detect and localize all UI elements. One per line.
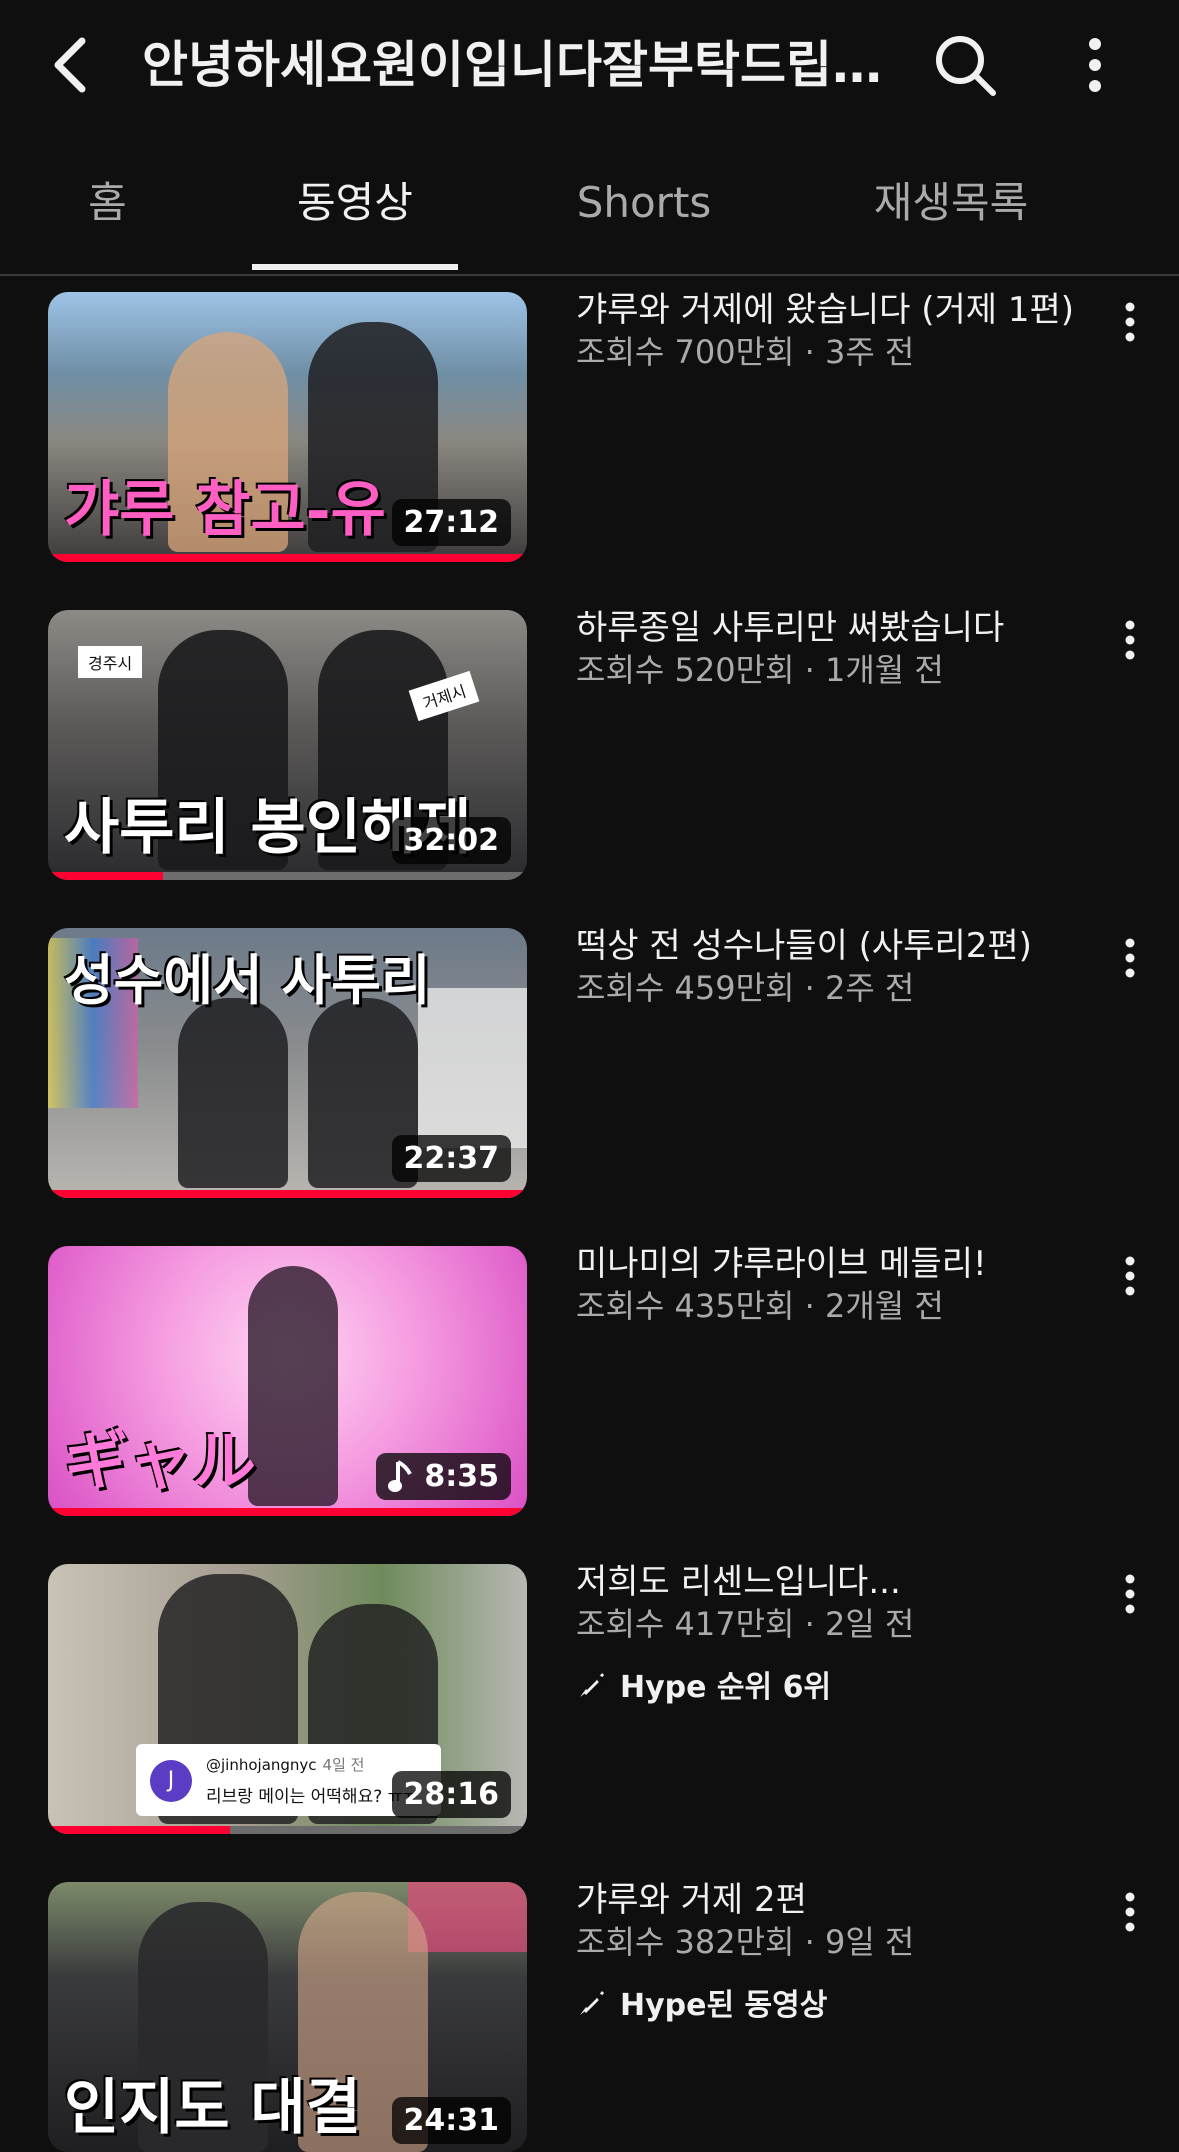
hype-text: Hype된 동영상	[620, 1988, 828, 2023]
more-vertical-icon	[1089, 38, 1101, 92]
video-item[interactable]: 인지도 대결 24:31 갸루와 거제 2편 조회수 382만회 · 9일 전 …	[0, 1880, 1179, 2152]
video-more-button[interactable]	[1110, 1564, 1150, 1624]
avatar: J	[150, 1760, 192, 1802]
more-vertical-icon	[1125, 302, 1135, 342]
tab-videos[interactable]: 동영상	[252, 160, 458, 274]
video-thumbnail[interactable]: ギャル 8:35	[48, 1246, 527, 1516]
thumbnail-caption: 갸루 참고-유	[64, 475, 386, 545]
video-meta: 갸루와 거제 2편 조회수 382만회 · 9일 전 Hype된 동영상	[576, 1880, 1086, 2024]
video-thumbnail[interactable]: 경주시 거제시 사투리 봉인해제 32:02	[48, 610, 527, 880]
video-meta: 갸루와 거제에 왔습니다 (거제 1편) 조회수 700만회 · 3주 전	[576, 290, 1086, 372]
video-title[interactable]: 갸루와 거제에 왔습니다 (거제 1편)	[576, 288, 1086, 332]
channel-tabs: 홈 동영상 Shorts 재생목록	[0, 160, 1179, 276]
watch-progress-bar	[48, 1190, 527, 1198]
more-vertical-icon	[1125, 620, 1135, 660]
duration-badge: 22:37	[391, 1135, 511, 1182]
video-thumbnail[interactable]: 성수에서 사투리 22:37	[48, 928, 527, 1198]
watch-progress-bar	[48, 1508, 527, 1516]
music-note-icon	[388, 1459, 413, 1492]
search-button[interactable]	[930, 30, 1000, 100]
video-item[interactable]: 경주시 거제시 사투리 봉인해제 32:02 하루종일 사투리만 써봤습니다 조…	[0, 608, 1179, 880]
comment-time: 4일 전	[322, 1756, 365, 1774]
video-title[interactable]: 하루종일 사투리만 써봤습니다	[576, 606, 1086, 650]
more-vertical-icon	[1125, 1574, 1135, 1614]
watch-progress-fill	[48, 1508, 527, 1516]
video-title[interactable]: 갸루와 거제 2편	[576, 1878, 1086, 1922]
duration-text: 32:02	[403, 823, 500, 858]
back-button[interactable]	[40, 30, 100, 100]
tab-shorts[interactable]: Shorts	[540, 160, 748, 274]
comment-text: 리브랑 메이는 어떡해요? ㅠㅠ	[206, 1787, 419, 1807]
video-thumbnail[interactable]: J @jinhojangnyc 4일 전 리브랑 메이는 어떡해요? ㅠㅠ 28:…	[48, 1564, 527, 1834]
duration-badge: 27:12	[391, 499, 511, 546]
duration-badge: 24:31	[391, 2097, 511, 2144]
video-meta: 저희도 리센느입니다... 조회수 417만회 · 2일 전 Hype 순위 6…	[576, 1562, 1086, 1706]
video-more-button[interactable]	[1110, 292, 1150, 352]
video-stats: 조회수 520만회 · 1개월 전	[576, 651, 944, 689]
comment-username: @jinhojangnyc	[206, 1756, 317, 1774]
more-vertical-icon	[1125, 938, 1135, 978]
video-item[interactable]: 갸루 참고-유 27:12 갸루와 거제에 왔습니다 (거제 1편) 조회수 7…	[0, 290, 1179, 562]
channel-title: 안녕하세요원이입니다잘부탁드립니다	[142, 36, 892, 94]
tab-home[interactable]: 홈	[60, 160, 155, 274]
video-stats: 조회수 382만회 · 9일 전	[576, 1923, 915, 1961]
duration-badge: 28:16	[391, 1771, 511, 1818]
video-item[interactable]: J @jinhojangnyc 4일 전 리브랑 메이는 어떡해요? ㅠㅠ 28:…	[0, 1562, 1179, 1834]
video-meta: 떡상 전 성수나들이 (사투리2편) 조회수 459만회 · 2주 전	[576, 926, 1086, 1008]
thumbnail-caption: 성수에서 사투리	[64, 948, 431, 1012]
hype-badge: Hype된 동영상	[576, 1980, 1086, 2024]
watch-progress-fill	[48, 1190, 527, 1198]
top-app-bar: 안녕하세요원이입니다잘부탁드립니다	[0, 0, 1179, 130]
thumbnail-caption: ギャル	[64, 1424, 256, 1499]
video-stats: 조회수 700만회 · 3주 전	[576, 333, 915, 371]
more-vertical-icon	[1125, 1256, 1135, 1296]
video-stats: 조회수 417만회 · 2일 전	[576, 1605, 915, 1643]
video-meta: 미나미의 갸루라이브 메들리! 조회수 435만회 · 2개월 전	[576, 1244, 1086, 1326]
duration-text: 22:37	[403, 1141, 500, 1176]
hype-rocket-icon	[580, 1991, 604, 2015]
video-stats: 조회수 435만회 · 2개월 전	[576, 1287, 944, 1325]
duration-badge: 8:35	[376, 1453, 511, 1500]
watch-progress-bar	[48, 554, 527, 562]
active-tab-indicator	[252, 264, 458, 270]
video-more-button[interactable]	[1110, 1246, 1150, 1306]
duration-text: 8:35	[424, 1459, 499, 1494]
watch-progress-bar	[48, 872, 527, 880]
video-more-button[interactable]	[1110, 928, 1150, 988]
duration-badge: 32:02	[391, 817, 511, 864]
video-thumbnail[interactable]: 인지도 대결 24:31	[48, 1882, 527, 2152]
more-vertical-icon	[1125, 1892, 1135, 1932]
watch-progress-fill	[48, 1826, 231, 1834]
duration-text: 27:12	[403, 505, 500, 540]
more-options-button[interactable]	[1065, 30, 1125, 100]
watch-progress-fill	[48, 872, 163, 880]
tab-playlists[interactable]: 재생목록	[860, 160, 1042, 274]
comment-user: @jinhojangnyc 4일 전	[206, 1754, 364, 1775]
hype-rocket-icon	[580, 1673, 604, 1697]
video-item[interactable]: 성수에서 사투리 22:37 떡상 전 성수나들이 (사투리2편) 조회수 45…	[0, 926, 1179, 1198]
video-stats: 조회수 459만회 · 2주 전	[576, 969, 915, 1007]
watch-progress-bar	[48, 1826, 527, 1834]
hype-badge: Hype 순위 6위	[576, 1662, 1086, 1706]
video-more-button[interactable]	[1110, 1882, 1150, 1942]
video-more-button[interactable]	[1110, 610, 1150, 670]
hype-text: Hype 순위 6위	[620, 1670, 832, 1705]
video-item[interactable]: ギャル 8:35 미나미의 갸루라이브 메들리! 조회수 435만회 · 2개월…	[0, 1244, 1179, 1516]
video-title[interactable]: 저희도 리센느입니다...	[576, 1560, 1086, 1604]
video-thumbnail[interactable]: 갸루 참고-유 27:12	[48, 292, 527, 562]
video-meta: 하루종일 사투리만 써봤습니다 조회수 520만회 · 1개월 전	[576, 608, 1086, 690]
search-icon	[936, 36, 996, 96]
thumbnail-sign: 경주시	[78, 646, 143, 678]
video-title[interactable]: 미나미의 갸루라이브 메들리!	[576, 1242, 1086, 1286]
video-title[interactable]: 떡상 전 성수나들이 (사투리2편)	[576, 924, 1086, 968]
duration-text: 28:16	[403, 1777, 500, 1812]
watch-progress-fill	[48, 554, 527, 562]
back-arrow-icon	[54, 37, 86, 93]
